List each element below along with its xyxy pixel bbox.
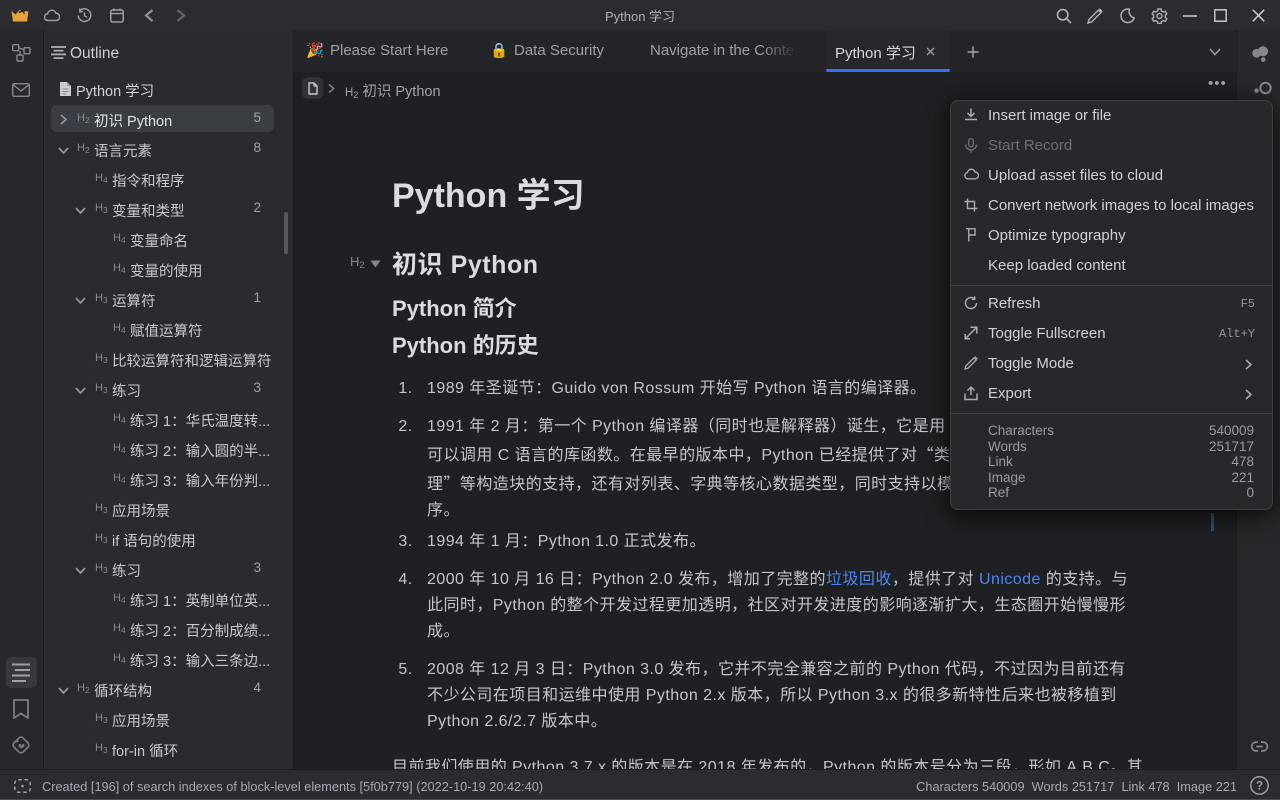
svg-text:?: ?: [1256, 781, 1263, 793]
